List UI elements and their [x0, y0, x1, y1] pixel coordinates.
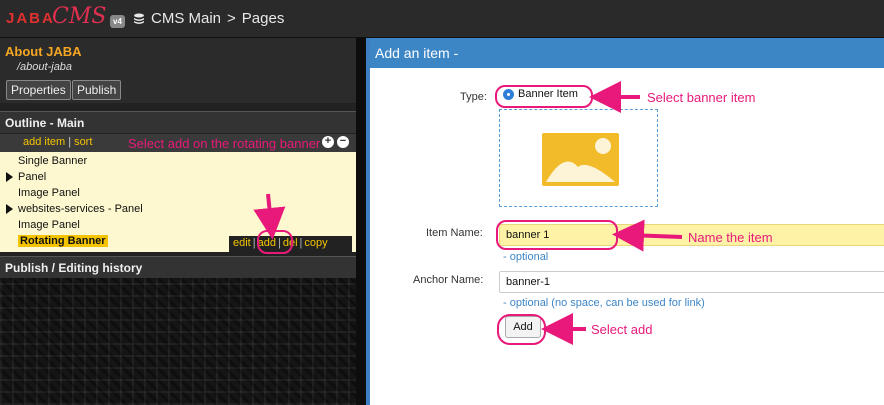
image-placeholder-icon: [542, 133, 619, 186]
copy-link[interactable]: copy: [304, 237, 327, 249]
breadcrumb-pages[interactable]: Pages: [242, 10, 285, 27]
page-title: About JABA: [5, 44, 82, 59]
outline-item-rotating-banner[interactable]: Rotating Banner: [18, 235, 108, 247]
history-area: [0, 278, 356, 405]
link-separator: |: [68, 136, 72, 148]
anchor-name-hint: - optional (no space, can be used for li…: [503, 297, 705, 309]
collapse-all-icon[interactable]: −: [337, 136, 349, 148]
logo-version-badge: v4: [110, 15, 125, 28]
outline-item-image-panel[interactable]: Image Panel: [18, 187, 80, 199]
breadcrumb-cms-main[interactable]: CMS Main: [151, 10, 221, 27]
annotation-left: Select add on the rotating banner: [128, 136, 321, 151]
outline-item-image-panel-2[interactable]: Image Panel: [18, 219, 80, 231]
add-item-panel: Add an item - Type: Banner Item Item Nam…: [366, 38, 884, 405]
history-header: Publish / Editing history: [0, 256, 356, 278]
edit-link[interactable]: edit: [233, 237, 251, 249]
outline-item-websites-services[interactable]: websites-services - Panel: [18, 203, 143, 215]
publish-button[interactable]: Publish: [72, 80, 122, 100]
add-item-title: Add an item -: [370, 38, 884, 68]
outline-item-single-banner[interactable]: Single Banner: [18, 155, 87, 167]
annotation-type: Select banner item: [647, 90, 756, 105]
rotating-banner-label: Rotating Banner: [18, 235, 108, 247]
top-bar: JABA CMS v4 CMS Main > Pages: [0, 0, 884, 38]
outline-item-panel[interactable]: Panel: [18, 171, 46, 183]
annotation-add: Select add: [591, 322, 653, 337]
sort-link[interactable]: sort: [74, 136, 92, 148]
item-name-label: Item Name:: [426, 227, 483, 239]
expand-all-icon[interactable]: +: [322, 136, 334, 148]
item-name-hint: - optional: [503, 251, 549, 263]
left-panel: About JABA /about-jaba Properties Publis…: [0, 38, 356, 405]
outline-header: Outline - Main: [0, 111, 356, 133]
stack-icon: [134, 13, 144, 24]
page-path: /about-jaba: [17, 61, 73, 73]
image-dropzone[interactable]: [499, 109, 658, 207]
jaba-cms-logo[interactable]: JABA CMS v4: [6, 4, 125, 32]
highlight-item-name: [496, 220, 618, 250]
breadcrumb-separator: >: [227, 10, 236, 27]
expand-triangle-icon[interactable]: [6, 172, 13, 182]
link-separator: |: [252, 237, 256, 249]
anchor-name-label: Anchor Name:: [413, 274, 484, 286]
highlight-type: [495, 85, 593, 108]
annotation-name: Name the item: [688, 230, 773, 245]
add-item-link[interactable]: add item: [23, 136, 65, 148]
expand-triangle-icon[interactable]: [6, 204, 13, 214]
type-label: Type:: [460, 91, 487, 103]
page-header: About JABA /about-jaba Properties Publis…: [0, 38, 356, 103]
logo-text: JABA: [6, 10, 55, 27]
logo-cms-script: CMS: [52, 4, 107, 29]
anchor-name-input[interactable]: banner-1: [499, 271, 884, 293]
highlight-left-add: [257, 230, 293, 254]
properties-button[interactable]: Properties: [6, 80, 71, 100]
panel-divider[interactable]: [356, 38, 366, 405]
breadcrumb: CMS Main > Pages: [133, 10, 284, 27]
highlight-add-button: [497, 314, 546, 345]
link-separator: |: [299, 237, 303, 249]
outline-tree: Single Banner Panel Image Panel websites…: [0, 152, 356, 252]
